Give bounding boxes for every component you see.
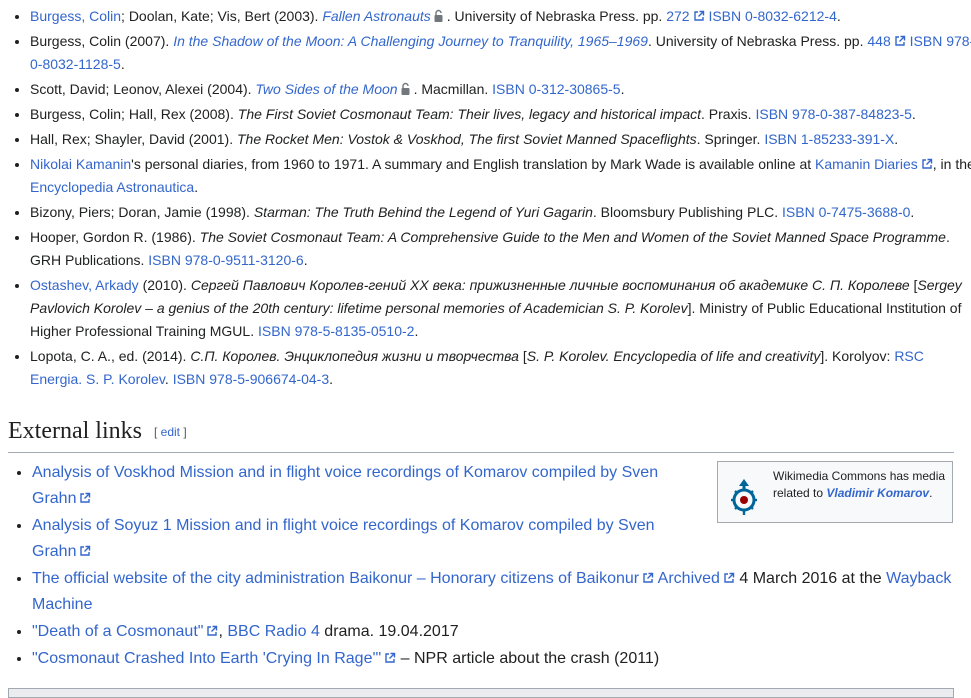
- external-link-icon: [385, 652, 396, 663]
- death-of-cosmonaut-link[interactable]: "Death of a Cosmonaut": [32, 623, 218, 640]
- author-link[interactable]: Ostashev, Arkady: [30, 277, 139, 293]
- external-link-icon: [207, 625, 218, 636]
- external-link-icon: [922, 158, 932, 169]
- external-link-icon: [693, 10, 704, 21]
- isbn-link[interactable]: ISBN 978-5-8135-0510-2: [258, 323, 414, 339]
- reference-item: Lopota, C. A., ed. (2014). С.П. Королев.…: [30, 345, 971, 391]
- soyuz-analysis-link[interactable]: Analysis of Soyuz 1 Mission and in fligh…: [32, 517, 655, 560]
- author-link[interactable]: Nikolai Kamanin: [30, 156, 131, 172]
- external-links-list: Analysis of Voskhod Mission and in fligh…: [12, 460, 971, 673]
- lock-icon: [433, 9, 443, 23]
- isbn-link[interactable]: ISBN 978-0-387-84823-5: [755, 106, 911, 122]
- reference-item: Bizony, Piers; Doran, Jamie (1998). Star…: [30, 201, 971, 224]
- external-link-item: Analysis of Voskhod Mission and in fligh…: [32, 460, 971, 512]
- section-title: External links: [8, 418, 142, 444]
- archived-link[interactable]: Archived: [658, 570, 735, 587]
- external-link-icon: [80, 492, 91, 503]
- reference-item: Burgess, Colin; Doolan, Kate; Vis, Bert …: [30, 5, 971, 28]
- external-link-icon: [643, 572, 654, 583]
- encyclopedia-link[interactable]: Encyclopedia Astronautica: [30, 179, 194, 195]
- kamanin-diaries-link[interactable]: Kamanin Diaries: [815, 156, 933, 172]
- pages-link[interactable]: 448: [867, 33, 905, 49]
- isbn-link[interactable]: ISBN 978-5-906674-04-3: [173, 371, 329, 387]
- external-link-icon: [724, 572, 735, 583]
- reference-item: Nikolai Kamanin's personal diaries, from…: [30, 153, 971, 199]
- isbn-link[interactable]: ISBN 1-85233-391-X: [764, 131, 894, 147]
- reference-item: Burgess, Colin (2007). In the Shadow of …: [30, 30, 971, 76]
- edit-section: [ edit ]: [153, 425, 187, 439]
- bbc-radio-link[interactable]: BBC Radio 4: [227, 623, 320, 640]
- navbox-edge: [8, 688, 954, 698]
- reference-item: Ostashev, Arkady (2010). Сергей Павлович…: [30, 274, 971, 343]
- external-link-icon: [895, 35, 905, 46]
- reference-item: Burgess, Colin; Hall, Rex (2008). The Fi…: [30, 103, 971, 126]
- references-list: Burgess, Colin; Doolan, Kate; Vis, Bert …: [10, 5, 971, 393]
- external-link-item: Analysis of Soyuz 1 Mission and in fligh…: [32, 513, 971, 565]
- npr-article-link[interactable]: "Cosmonaut Crashed Into Earth 'Crying In…: [32, 650, 396, 667]
- book-title-link[interactable]: Fallen Astronauts: [322, 8, 430, 24]
- isbn-link[interactable]: ISBN 0-8032-6212-4: [708, 8, 836, 24]
- lock-icon: [400, 82, 410, 96]
- external-link-icon: [80, 545, 91, 556]
- isbn-link[interactable]: ISBN 978-0-9511-3120-6: [148, 252, 303, 268]
- reference-item: Hall, Rex; Shayler, David (2001). The Ro…: [30, 128, 971, 151]
- external-link-item: "Cosmonaut Crashed Into Earth 'Crying In…: [32, 646, 971, 672]
- reference-item: Hooper, Gordon R. (1986). The Soviet Cos…: [30, 226, 971, 272]
- book-title-link[interactable]: In the Shadow of the Moon: A Challenging…: [173, 33, 648, 49]
- reference-item: Scott, David; Leonov, Alexei (2004). Two…: [30, 78, 971, 101]
- author-link[interactable]: Burgess, Colin: [30, 8, 121, 24]
- baikonur-link[interactable]: The official website of the city adminis…: [32, 570, 654, 587]
- book-title-link[interactable]: Two Sides of the Moon: [255, 81, 397, 97]
- edit-link[interactable]: edit: [161, 425, 180, 439]
- voskhod-analysis-link[interactable]: Analysis of Voskhod Mission and in fligh…: [32, 464, 658, 507]
- pages-link[interactable]: 272: [666, 8, 704, 24]
- isbn-link[interactable]: ISBN 0-312-30865-5: [492, 81, 620, 97]
- isbn-link[interactable]: ISBN 0-7475-3688-0: [782, 204, 910, 220]
- external-link-item: The official website of the city adminis…: [32, 566, 971, 618]
- external-link-item: "Death of a Cosmonaut", BBC Radio 4 dram…: [32, 619, 971, 645]
- external-links-heading: External links [ edit ]: [8, 416, 954, 453]
